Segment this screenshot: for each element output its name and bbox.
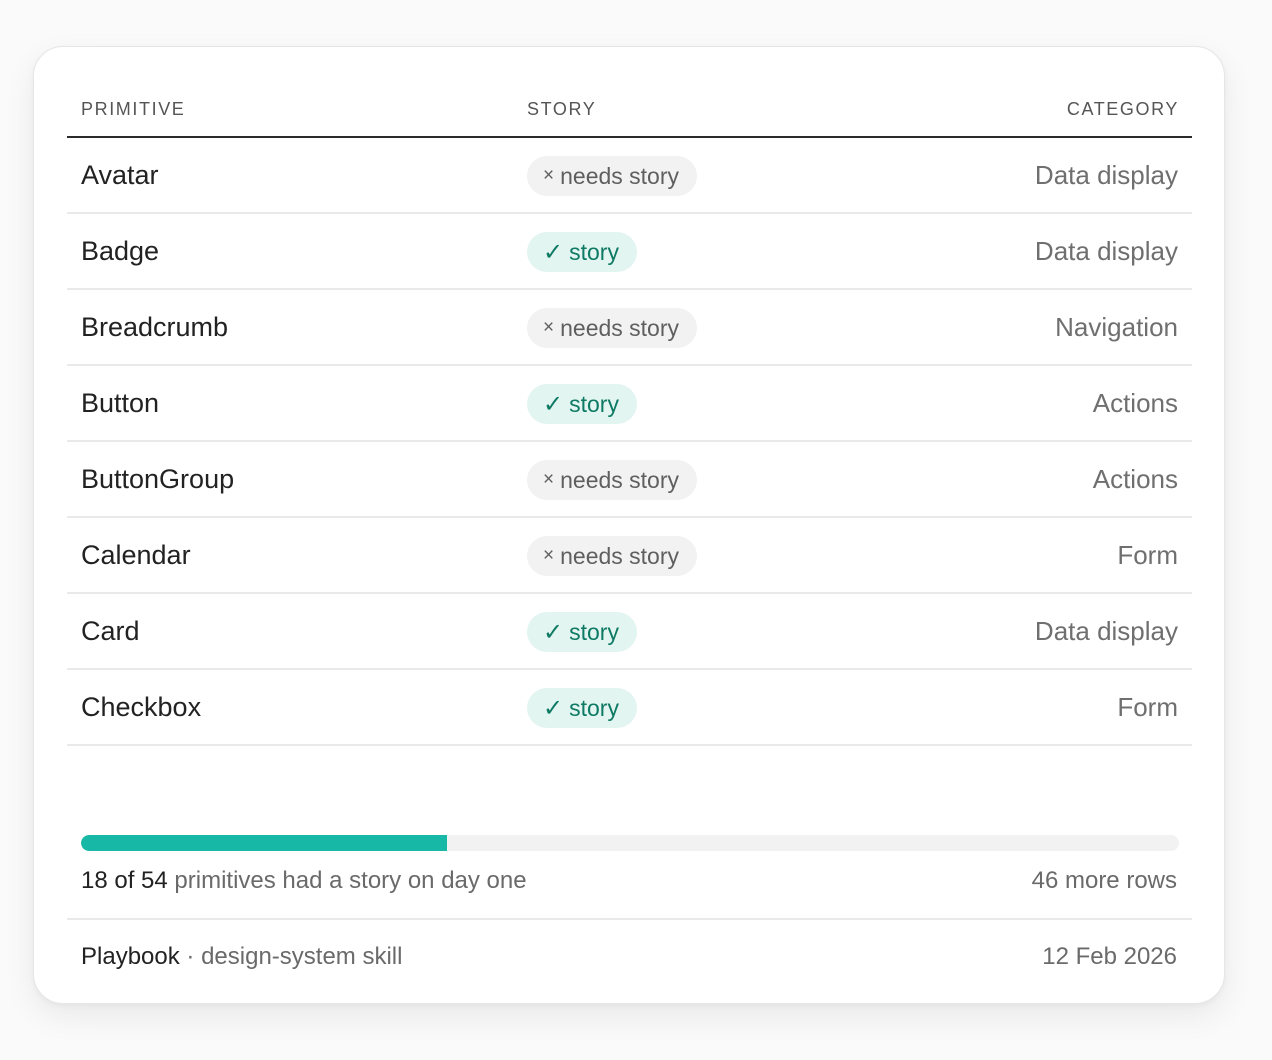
more-rows-link[interactable]: 46 more rows: [1032, 867, 1177, 895]
table-row[interactable]: Calendar × needs story Form: [67, 518, 1192, 594]
story-status-label: story: [569, 390, 619, 417]
primitive-name: Avatar: [81, 160, 159, 190]
category-label: Actions: [1092, 464, 1178, 494]
table-row[interactable]: Card ✓ story Data display: [67, 594, 1192, 670]
primitive-name: Card: [81, 616, 140, 646]
story-status-badge: × needs story: [527, 536, 698, 576]
story-status-label: needs story: [560, 466, 680, 493]
primitive-name: Calendar: [81, 540, 191, 570]
coverage-summary: 18 of 54 primitives had a story on day o…: [81, 867, 527, 895]
story-status-label: needs story: [560, 314, 680, 341]
table-row[interactable]: Badge ✓ story Data display: [67, 214, 1192, 290]
coverage-description: primitives had a story on day one: [167, 867, 527, 894]
story-status-badge: ✓ story: [527, 688, 637, 728]
table-row[interactable]: Button ✓ story Actions: [67, 366, 1192, 442]
coverage-card: PRIMITIVE STORY CATEGORY Avatar × needs …: [33, 46, 1225, 1004]
footer-date: 12 Feb 2026: [1042, 943, 1177, 970]
coverage-progress-fill: [81, 835, 447, 851]
category-label: Actions: [1092, 388, 1178, 418]
x-icon: ×: [543, 165, 555, 186]
footer-divider: [67, 918, 1192, 920]
coverage-count: 18 of 54: [81, 867, 168, 894]
x-icon: ×: [543, 317, 555, 338]
check-icon: ✓: [543, 390, 564, 418]
column-header-category[interactable]: CATEGORY: [1067, 99, 1179, 120]
category-label: Data display: [1034, 160, 1178, 190]
check-icon: ✓: [543, 238, 564, 266]
brand-name: Playbook: [81, 943, 180, 970]
table-row[interactable]: Avatar × needs story Data display: [67, 138, 1192, 214]
primitive-name: Button: [81, 388, 160, 418]
story-status-label: story: [569, 694, 619, 721]
column-header-story[interactable]: STORY: [527, 99, 596, 120]
brand-tagline: · design-system skill: [179, 943, 403, 970]
story-status-badge: ✓ story: [527, 384, 637, 424]
coverage-progress-bar: [81, 835, 1179, 851]
category-label: Form: [1117, 692, 1178, 722]
table-row[interactable]: ButtonGroup × needs story Actions: [67, 442, 1192, 518]
story-status-label: needs story: [560, 162, 680, 189]
story-status-badge: ✓ story: [527, 612, 637, 652]
category-label: Navigation: [1055, 312, 1178, 342]
story-status-label: story: [569, 238, 619, 265]
column-header-primitive[interactable]: PRIMITIVE: [81, 99, 185, 120]
table-header: PRIMITIVE STORY CATEGORY: [67, 47, 1192, 138]
story-status-badge: × needs story: [527, 156, 698, 196]
story-status-label: needs story: [560, 542, 680, 569]
category-label: Form: [1117, 540, 1178, 570]
footer-credit: Playbook · design-system skill: [81, 943, 402, 971]
primitive-name: Breadcrumb: [81, 312, 229, 342]
primitive-name: ButtonGroup: [81, 464, 235, 494]
table-row[interactable]: Breadcrumb × needs story Navigation: [67, 290, 1192, 366]
primitive-name: Checkbox: [81, 692, 202, 722]
primitives-table: PRIMITIVE STORY CATEGORY Avatar × needs …: [67, 47, 1192, 746]
story-status-badge: ✓ story: [527, 232, 637, 272]
category-label: Data display: [1034, 616, 1178, 646]
story-status-badge: × needs story: [527, 460, 698, 500]
x-icon: ×: [543, 469, 555, 490]
primitive-name: Badge: [81, 236, 160, 266]
x-icon: ×: [543, 545, 555, 566]
category-label: Data display: [1034, 236, 1178, 266]
check-icon: ✓: [543, 694, 564, 722]
story-status-label: story: [569, 618, 619, 645]
table-row[interactable]: Checkbox ✓ story Form: [67, 670, 1192, 746]
story-status-badge: × needs story: [527, 308, 698, 348]
check-icon: ✓: [543, 618, 564, 646]
